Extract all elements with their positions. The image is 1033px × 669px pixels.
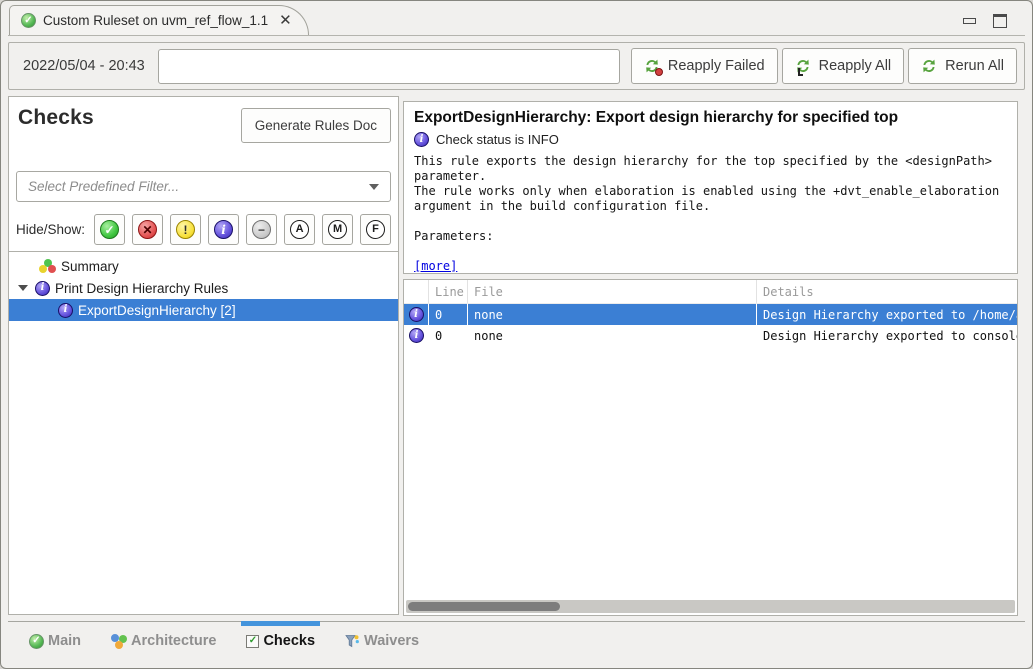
passed-icon: ✓ bbox=[100, 220, 119, 239]
view-controls bbox=[963, 14, 1007, 28]
reapply-all-label: Reapply All bbox=[819, 58, 892, 74]
cell-line: 0 bbox=[429, 304, 468, 325]
tab-architecture-label: Architecture bbox=[131, 633, 216, 649]
info-icon: i bbox=[414, 132, 429, 147]
filter-passed-button[interactable]: ✓ bbox=[94, 214, 125, 245]
refresh-failed-icon bbox=[644, 58, 661, 74]
toolbar: 2022/05/04 - 20:43 Reapply Failed Reappl… bbox=[8, 42, 1025, 90]
column-header-icon[interactable] bbox=[404, 280, 429, 303]
main-tab-icon: ✓ bbox=[29, 634, 44, 649]
tree-item-group[interactable]: i Print Design Hierarchy Rules bbox=[9, 277, 398, 299]
filter-notrun-button[interactable]: − bbox=[246, 214, 277, 245]
results-table: Line File Details i 0 none Design Hierar… bbox=[403, 279, 1018, 616]
tree-item-check[interactable]: i ExportDesignHierarchy [2] bbox=[9, 299, 398, 321]
more-link[interactable]: [more] bbox=[414, 259, 457, 274]
app-window: ✓ Custom Ruleset on uvm_ref_flow_1.1 ✕ 2… bbox=[0, 0, 1033, 669]
tree-item-summary-label: Summary bbox=[61, 259, 119, 274]
reapply-all-button[interactable]: Reapply All bbox=[782, 48, 905, 84]
waivers-tab-icon bbox=[345, 634, 360, 649]
predefined-filter-placeholder: Select Predefined Filter... bbox=[28, 179, 179, 194]
minimize-icon[interactable] bbox=[963, 18, 976, 24]
cell-file: none bbox=[468, 304, 757, 325]
filter-warning-button[interactable]: ! bbox=[170, 214, 201, 245]
tab-checks[interactable]: ✓ Checks bbox=[246, 633, 315, 649]
hide-show-label: Hide/Show: bbox=[16, 222, 85, 237]
chevron-down-icon bbox=[369, 184, 379, 190]
refresh-all-icon bbox=[795, 58, 812, 74]
info-filter-icon: i bbox=[214, 220, 233, 239]
tree-item-group-label: Print Design Hierarchy Rules bbox=[55, 281, 228, 296]
maximize-icon[interactable] bbox=[993, 14, 1007, 28]
description-line: parameter. bbox=[414, 169, 1015, 184]
bottom-tabbar: ✓ Main Architecture ✓ Checks Waivers bbox=[8, 621, 1025, 660]
tab-main-label: Main bbox=[48, 633, 81, 649]
cell-file: none bbox=[468, 325, 757, 346]
description-line: argument in the build configuration file… bbox=[414, 199, 1015, 214]
failed-icon: ✕ bbox=[138, 220, 157, 239]
ruleset-status-icon: ✓ bbox=[21, 13, 36, 28]
tab-waivers[interactable]: Waivers bbox=[345, 633, 419, 649]
description-line: This rule exports the design hierarchy f… bbox=[414, 154, 1015, 169]
editor-tab-custom-ruleset[interactable]: ✓ Custom Ruleset on uvm_ref_flow_1.1 ✕ bbox=[9, 5, 309, 35]
filter-audit-button[interactable]: A bbox=[284, 214, 315, 245]
run-timestamp: 2022/05/04 - 20:43 bbox=[16, 58, 158, 74]
expander-icon[interactable] bbox=[18, 285, 28, 291]
editor-tab-title: Custom Ruleset on uvm_ref_flow_1.1 bbox=[43, 13, 268, 28]
info-icon: i bbox=[409, 328, 424, 343]
tree-item-summary[interactable]: Summary bbox=[9, 255, 398, 277]
not-run-icon: − bbox=[252, 220, 271, 239]
horizontal-scrollbar[interactable] bbox=[406, 600, 1015, 613]
checks-panel: Checks Generate Rules Doc Select Predefi… bbox=[8, 96, 399, 615]
check-details-panel: ExportDesignHierarchy: Export design hie… bbox=[403, 101, 1018, 274]
cell-details: Design Hierarchy exported to console bbox=[757, 325, 1017, 346]
checks-tab-icon: ✓ bbox=[246, 635, 259, 648]
editor-tabbar: ✓ Custom Ruleset on uvm_ref_flow_1.1 ✕ bbox=[8, 5, 1025, 36]
cell-line: 0 bbox=[429, 325, 468, 346]
column-header-line[interactable]: Line bbox=[429, 280, 468, 303]
generate-rules-doc-button[interactable]: Generate Rules Doc bbox=[241, 108, 391, 143]
filter-manual-button[interactable]: M bbox=[322, 214, 353, 245]
parameters-label: Parameters: bbox=[414, 229, 1015, 244]
rerun-all-button[interactable]: Rerun All bbox=[908, 48, 1017, 84]
toolbar-search-input[interactable] bbox=[158, 49, 620, 84]
check-description: This rule exports the design hierarchy f… bbox=[414, 154, 1015, 274]
rerun-icon bbox=[921, 58, 938, 74]
check-status-row: i Check status is INFO bbox=[414, 132, 1015, 147]
summary-icon bbox=[39, 259, 56, 274]
tab-waivers-label: Waivers bbox=[364, 633, 419, 649]
info-icon: i bbox=[35, 281, 50, 296]
warning-icon: ! bbox=[176, 220, 195, 239]
close-icon[interactable]: ✕ bbox=[279, 13, 292, 28]
hide-show-row: Hide/Show: ✓ ✕ ! i − A M F bbox=[16, 214, 398, 245]
circled-m-icon: M bbox=[328, 220, 347, 239]
checks-tree: Summary i Print Design Hierarchy Rules i… bbox=[9, 251, 398, 614]
table-row[interactable]: i 0 none Design Hierarchy exported to co… bbox=[404, 325, 1017, 346]
column-header-details[interactable]: Details bbox=[757, 280, 1017, 303]
info-icon: i bbox=[58, 303, 73, 318]
cell-details: Design Hierarchy exported to /home/a bbox=[757, 304, 1017, 325]
architecture-tab-icon bbox=[111, 634, 127, 649]
tree-item-check-label: ExportDesignHierarchy [2] bbox=[78, 303, 236, 318]
checks-heading: Checks bbox=[18, 106, 94, 130]
filter-info-button[interactable]: i bbox=[208, 214, 239, 245]
table-row[interactable]: i 0 none Design Hierarchy exported to /h… bbox=[404, 304, 1017, 325]
circled-a-icon: A bbox=[290, 220, 309, 239]
tab-checks-label: Checks bbox=[263, 633, 315, 649]
tab-architecture[interactable]: Architecture bbox=[111, 633, 216, 649]
results-table-header: Line File Details bbox=[404, 280, 1017, 304]
predefined-filter-select[interactable]: Select Predefined Filter... bbox=[16, 171, 391, 202]
check-status-label: Check status is INFO bbox=[436, 132, 559, 147]
info-icon: i bbox=[409, 307, 424, 322]
circled-f-icon: F bbox=[366, 220, 385, 239]
scrollbar-thumb[interactable] bbox=[408, 602, 560, 611]
column-header-file[interactable]: File bbox=[468, 280, 757, 303]
reapply-failed-button[interactable]: Reapply Failed bbox=[631, 48, 778, 84]
reapply-failed-label: Reapply Failed bbox=[668, 58, 765, 74]
description-line: The rule works only when elaboration is … bbox=[414, 184, 1015, 199]
filter-failed-button[interactable]: ✕ bbox=[132, 214, 163, 245]
filter-filtered-button[interactable]: F bbox=[360, 214, 391, 245]
tab-main[interactable]: ✓ Main bbox=[29, 633, 81, 649]
rerun-all-label: Rerun All bbox=[945, 58, 1004, 74]
check-title: ExportDesignHierarchy: Export design hie… bbox=[414, 109, 1015, 127]
